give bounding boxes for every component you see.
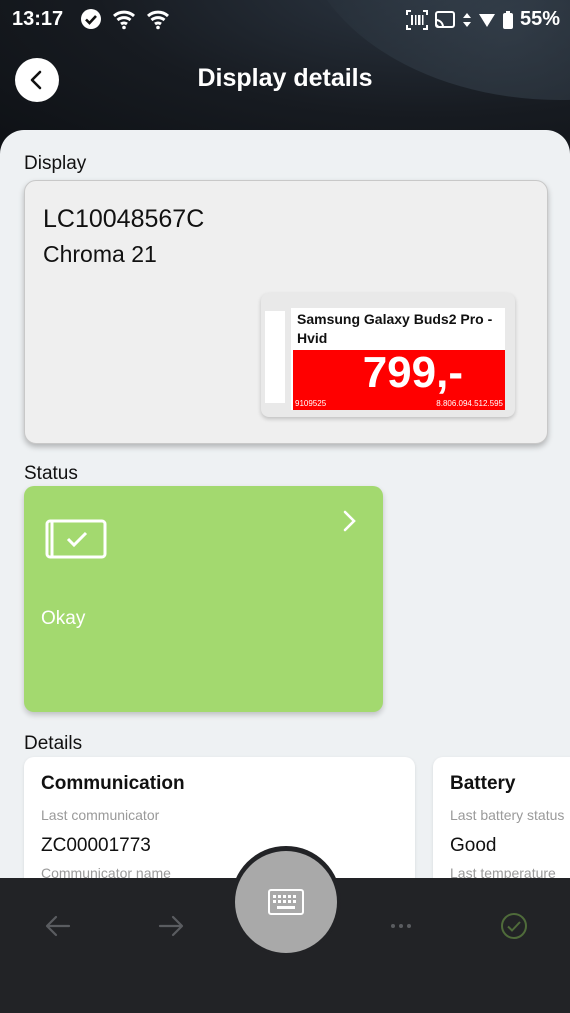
status-card[interactable]: Okay: [24, 486, 383, 712]
label-preview-screen: Samsung Galaxy Buds2 Pro - Hvid 799,- 91…: [291, 308, 505, 410]
keyboard-icon: [268, 889, 304, 915]
battery-title: Battery: [450, 773, 516, 794]
label-price-area: 799,- 9109525 8.806.094.512.595: [293, 348, 505, 410]
communication-card[interactable]: Communication Last communicator ZC000017…: [24, 757, 415, 890]
header-area: 13:17 55% Display details: [0, 0, 570, 150]
last-communicator-label: Last communicator: [41, 807, 160, 823]
label-code-right: 8.806.094.512.595: [436, 399, 503, 408]
arrow-right-icon: [158, 915, 184, 937]
label-code-left: 9109525: [295, 399, 327, 408]
label-product-name: Samsung Galaxy Buds2 Pro - Hvid: [297, 311, 493, 346]
label-price: 799,-: [362, 348, 463, 397]
display-section-label: Display: [24, 153, 87, 174]
label-preview-edge: [265, 311, 285, 403]
more-icon: [391, 924, 411, 928]
check-circle-icon: [501, 913, 527, 939]
barcode-scanner-icon: [405, 9, 428, 30]
content-sheet: Display LC10048567C Chroma 21 Samsung Ga…: [0, 130, 570, 890]
status-time: 13:17: [12, 8, 64, 30]
details-section-label: Details: [24, 733, 83, 754]
display-card: LC10048567C Chroma 21 Samsung Galaxy Bud…: [24, 180, 548, 444]
cast-icon: [434, 10, 455, 28]
display-id: LC10048567C: [43, 205, 205, 233]
keyboard-button[interactable]: [235, 851, 337, 953]
last-battery-status-value: Good: [450, 835, 497, 856]
display-model: Chroma 21: [43, 241, 157, 267]
last-communicator-value: ZC00001773: [41, 835, 151, 856]
nav-more-button[interactable]: [388, 912, 416, 945]
wifi-icon-secondary: [147, 10, 169, 30]
last-battery-status-label: Last battery status: [450, 807, 565, 823]
chevron-right-icon: [343, 510, 356, 532]
communication-title: Communication: [41, 773, 185, 794]
nav-confirm-button[interactable]: [500, 912, 528, 945]
check-circle-status-icon: [81, 9, 101, 29]
page-title: Display details: [197, 64, 373, 92]
display-ok-icon: [45, 519, 107, 559]
battery-card[interactable]: Battery Last battery status Good Last te…: [433, 757, 570, 890]
status-bar: 13:17 55%: [0, 0, 570, 40]
signal-icon: [478, 13, 495, 27]
arrow-left-icon: [45, 915, 71, 937]
battery-percentage: 55%: [519, 8, 560, 30]
label-preview: Samsung Galaxy Buds2 Pro - Hvid 799,- 91…: [261, 293, 515, 417]
nav-back-button[interactable]: [44, 912, 72, 945]
data-transfer-icon: [462, 12, 471, 27]
battery-icon: [502, 10, 513, 29]
nav-forward-button[interactable]: [157, 912, 185, 945]
status-text: Okay: [41, 608, 86, 629]
wifi-icon: [113, 10, 135, 30]
status-section-label: Status: [24, 463, 78, 484]
